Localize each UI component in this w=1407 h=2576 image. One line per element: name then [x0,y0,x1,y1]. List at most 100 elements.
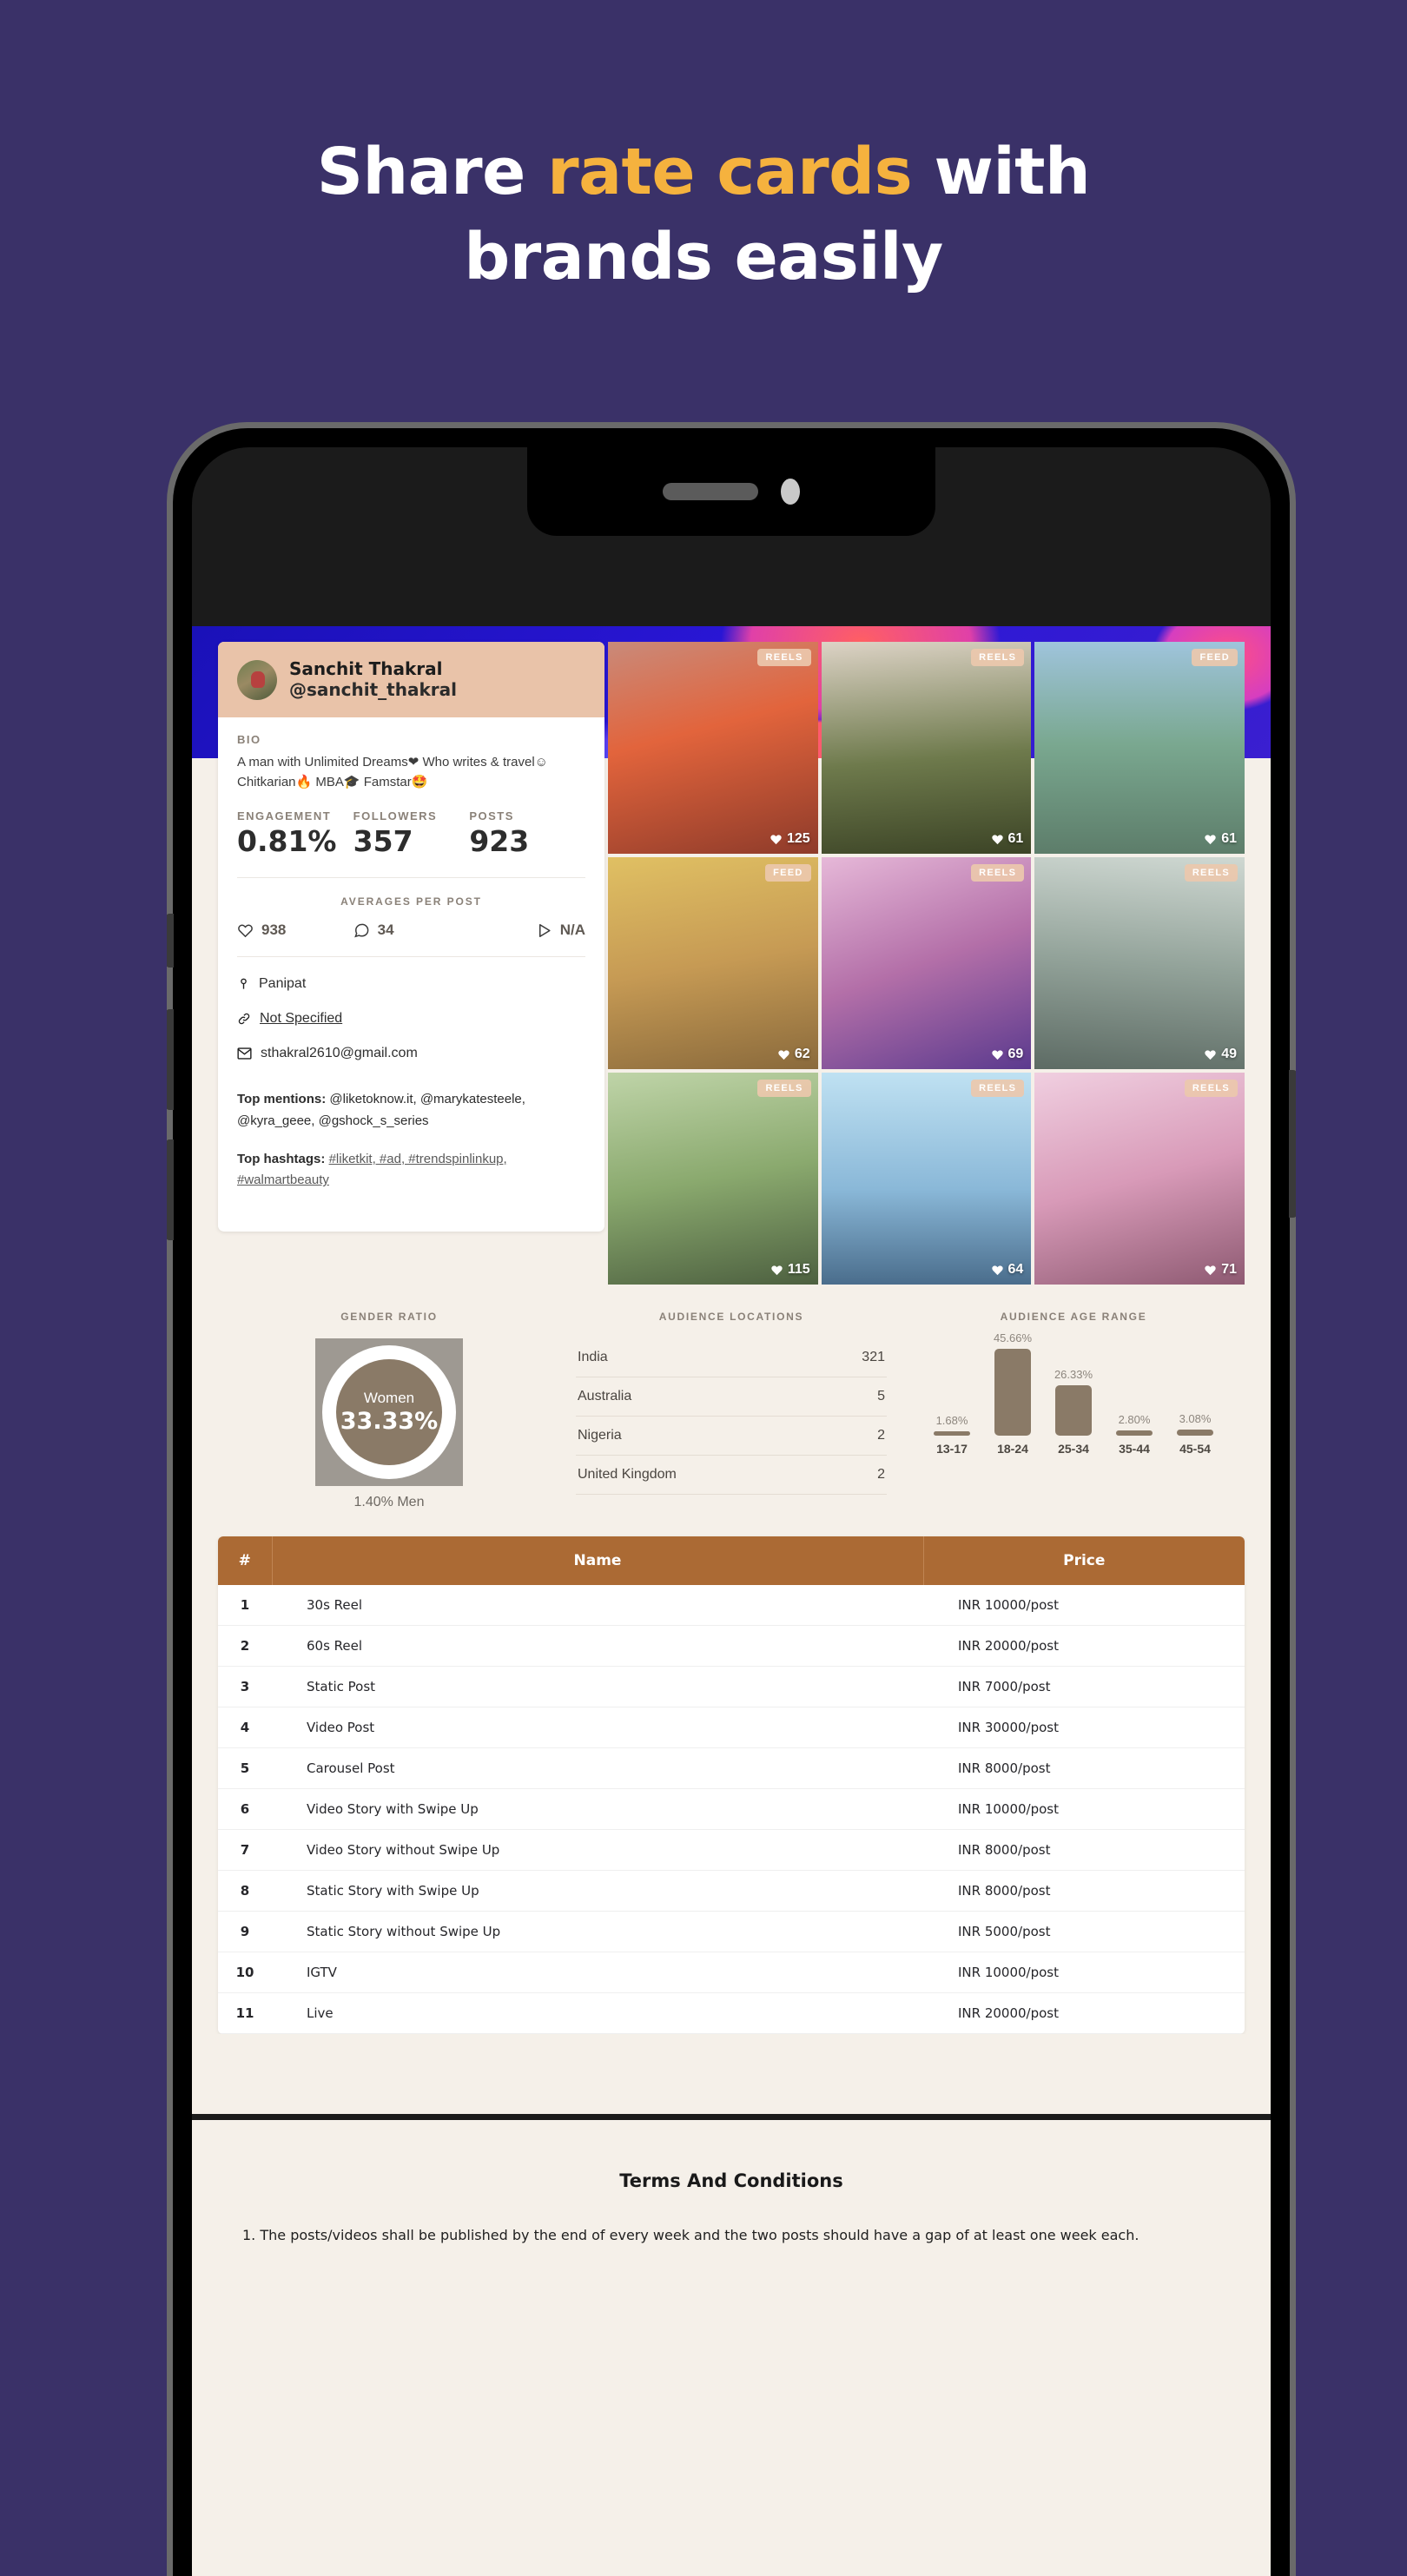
post-thumbnail[interactable]: REELS 115 [608,1073,818,1285]
age-bar-label: 25-34 [1058,1442,1089,1456]
headline-part-1: Share [316,135,548,209]
age-bar: 3.08% 45-54 [1165,1412,1225,1456]
cell-name: Video Story with Swipe Up [272,1788,923,1831]
price-table: # Name Price 1 30s Reel INR 10000/post 2 60s… [218,1536,1245,2035]
cell-price: INR 8000/post [923,1747,1245,1790]
table-row: 6 Video Story with Swipe Up INR 10000/post [218,1788,1245,1831]
like-count-value: 71 [1221,1262,1237,1278]
cell-price: INR 10000/post [923,1788,1245,1831]
post-type-badge: FEED [1192,649,1238,666]
headline-accent: rate cards [547,135,913,209]
phone-notch [527,447,935,536]
page-break-divider [192,2114,1271,2121]
gender-secondary-value: 1.40% Men [353,1495,425,1510]
post-grid: REELS 125 REELS 61 FEED 61 FEED 62 REELS… [608,642,1245,1285]
age-range-title: AUDIENCE AGE RANGE [1000,1311,1147,1324]
contact-website[interactable]: Not Specified [237,1011,585,1027]
location-value: 321 [862,1350,885,1365]
audience-age-range-widget: AUDIENCE AGE RANGE 1.68% 13-17 45.66% 18-24… [902,1311,1245,1510]
location-row: Nigeria 2 [576,1417,887,1456]
post-thumbnail[interactable]: FEED 61 [1034,642,1245,855]
top-hashtags-label: Top hashtags: [237,1151,326,1166]
location-name: India [578,1350,608,1365]
like-count-value: 49 [1221,1047,1237,1062]
location-value: 5 [877,1389,885,1404]
table-row: 4 Video Post INR 30000/post [218,1707,1245,1749]
cell-name: Live [272,1992,923,2035]
column-header-name: Name [272,1536,924,1586]
age-bar-fill [1177,1430,1213,1437]
phone-volume-up-button[interactable] [167,1009,174,1110]
stat-value: 0.81% [237,824,337,859]
profile-handle[interactable]: @sanchit_thakral [289,679,457,701]
gender-ratio-title: GENDER RATIO [340,1311,438,1324]
age-bar-value: 3.08% [1179,1412,1212,1426]
cell-index: 8 [218,1870,272,1912]
cell-price: INR 10000/post [923,1585,1245,1627]
section-divider [237,877,585,879]
post-thumbnail[interactable]: REELS 49 [1034,857,1245,1070]
price-table-body: 1 30s Reel INR 10000/post 2 60s Reel INR 2000… [218,1585,1245,2035]
contact-email[interactable]: sthakral2610@gmail.com [237,1046,585,1061]
cell-name: 60s Reel [272,1625,923,1668]
heart-icon [1205,834,1216,844]
age-bar-value: 26.33% [1054,1368,1093,1382]
gender-primary-label: Women [363,1390,415,1407]
age-bar-label: 45-54 [1179,1442,1211,1456]
post-thumbnail[interactable]: REELS 71 [1034,1073,1245,1285]
contact-email-text[interactable]: sthakral2610@gmail.com [261,1046,418,1061]
post-thumbnail[interactable]: REELS 61 [821,642,1032,855]
donut-ring: Women 33.33% [322,1345,456,1480]
gender-primary-value: 33.33% [340,1408,439,1436]
analytics-section: GENDER RATIO Women 33.33% 1.40% Men AUDI… [192,1285,1271,1526]
table-row: 1 30s Reel INR 10000/post [218,1585,1245,1627]
location-row: Australia 5 [576,1377,887,1417]
sheet-bottom-space [192,2034,1271,2115]
location-pin-icon [241,978,247,990]
phone-power-button[interactable] [1289,1070,1296,1218]
envelope-icon [237,1047,252,1060]
stat-label: FOLLOWERS [353,809,438,823]
cell-index: 7 [218,1829,272,1872]
like-count-value: 62 [794,1047,810,1062]
heart-icon [991,834,1003,844]
averages-title: AVERAGES PER POST [340,895,482,908]
location-name: United Kingdom [578,1467,677,1483]
cell-price: INR 5000/post [923,1911,1245,1953]
like-count-value: 61 [1007,831,1024,847]
like-count-value: 61 [1221,831,1237,847]
age-bar: 2.80% 35-44 [1104,1413,1165,1456]
phone-volume-down-button[interactable] [167,1139,174,1240]
headline-part-2: with [912,135,1091,209]
averages-section: AVERAGES PER POST 938 34 N/A [218,882,604,956]
post-type-badge: FEED [765,864,811,882]
post-thumbnail[interactable]: REELS 64 [821,1073,1032,1285]
contact-location-text: Panipat [259,976,307,992]
terms-item-1: 1. The posts/videos shall be published b… [242,2227,1139,2244]
phone-bezel: Sanchit Thakral @sanchit_thakral BIO A m… [173,428,1290,2576]
post-thumbnail[interactable]: FEED 62 [608,857,818,1070]
post-type-badge: REELS [1184,864,1238,882]
post-thumbnail[interactable]: REELS 125 [608,642,818,855]
cell-index: 6 [218,1788,272,1831]
heart-icon [1205,1265,1216,1275]
table-row: 3 Static Post INR 7000/post [218,1666,1245,1708]
table-row: 10 IGTV INR 10000/post [218,1952,1245,1994]
average-likes: 938 [237,921,353,939]
table-row: 2 60s Reel INR 20000/post [218,1625,1245,1668]
like-count-value: 125 [786,831,810,847]
cell-name: Carousel Post [272,1747,923,1790]
stat-label: ENGAGEMENT [237,809,332,823]
post-like-count: 62 [777,1047,810,1062]
cell-price: INR 8000/post [923,1870,1245,1912]
like-count-value: 64 [1007,1262,1024,1278]
averages-row: 938 34 N/A [237,921,585,939]
bio-label: BIO [237,733,261,747]
post-thumbnail[interactable]: REELS 69 [821,857,1032,1070]
phone-mute-button[interactable] [167,914,174,968]
like-count-value: 69 [1007,1047,1024,1062]
stat-label: POSTS [469,809,514,823]
contact-website-text[interactable]: Not Specified [260,1011,342,1027]
page-headline: Share rate cards with brands easily [0,130,1407,300]
heart-icon [991,1265,1003,1275]
